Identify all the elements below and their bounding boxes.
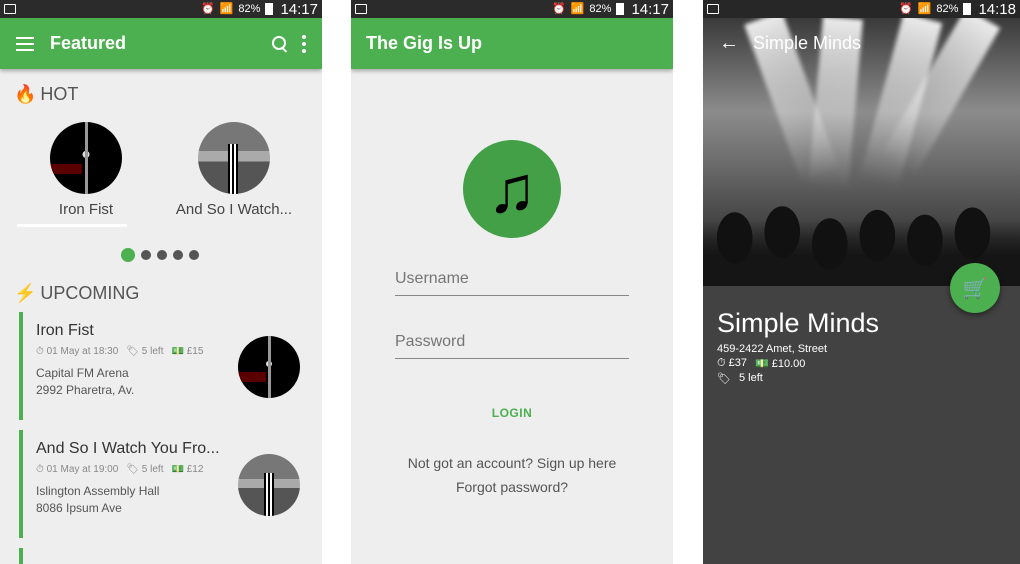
- event-title: Iron Fist: [36, 322, 94, 339]
- login-button[interactable]: LOGIN: [351, 406, 673, 420]
- image-notification-icon: [707, 4, 719, 14]
- app-bar: The Gig Is Up: [351, 18, 673, 69]
- featured-screen: ⏰ 📶 82% 14:17 Featured 🔥 HOT Iron Fist A…: [0, 0, 322, 564]
- search-icon[interactable]: [272, 35, 288, 52]
- music-note-icon: ♫: [463, 140, 561, 238]
- alarm-icon: ⏰: [552, 2, 566, 15]
- battery-icon: [616, 3, 625, 15]
- overflow-menu-icon[interactable]: [302, 34, 306, 53]
- lightning-icon: ⚡: [14, 283, 37, 303]
- event-price: 💵 £12: [171, 464, 204, 475]
- image-notification-icon: [355, 4, 367, 14]
- clock: 14:18: [978, 0, 1016, 18]
- selected-indicator: [17, 224, 127, 227]
- page-dot-active[interactable]: [121, 248, 135, 262]
- page-indicator[interactable]: [121, 248, 199, 262]
- cart-icon: 🛒: [962, 277, 988, 300]
- alarm-icon: ⏰: [201, 2, 215, 15]
- app-title: The Gig Is Up: [366, 33, 483, 53]
- status-bar: ⏰ 📶 82% 14:17: [0, 0, 322, 18]
- event-detail-screen: ⏰ 📶 82% 14:18 ← Simple Minds 🛒 Simple Mi…: [703, 0, 1020, 564]
- page-dot[interactable]: [157, 250, 167, 260]
- cart-button[interactable]: 🛒: [950, 263, 1000, 313]
- event-date: ⏱ 01 May at 18:30: [36, 346, 119, 357]
- event-date: ⏱ 01 May at 19:00: [36, 464, 119, 475]
- event-prices: ⏱ £37 💵 £10.00: [717, 357, 805, 370]
- event-price: 💵 £15: [171, 346, 204, 357]
- tickets-left: 🏷 5 left: [126, 464, 164, 475]
- artist-image: [50, 122, 122, 194]
- hot-item[interactable]: And So I Watch...: [169, 122, 299, 218]
- hot-item-label: And So I Watch...: [175, 201, 293, 218]
- hot-item[interactable]: Iron Fist: [21, 122, 151, 218]
- menu-icon[interactable]: [16, 36, 34, 51]
- event-card[interactable]: And So I Watch You Fro... ⏱ 01 May at 19…: [19, 430, 309, 538]
- artist-image: [198, 122, 270, 194]
- signup-link[interactable]: Not got an account? Sign up here: [351, 455, 673, 471]
- event-card[interactable]: [19, 548, 309, 564]
- status-bar: ⏰ 📶 82% 14:17: [351, 0, 673, 18]
- page-title: Featured: [50, 33, 127, 53]
- battery-percent: 82%: [589, 2, 612, 15]
- price-2: 💵 £10.00: [755, 358, 806, 370]
- battery-icon: [265, 3, 274, 15]
- hot-label: HOT: [40, 84, 79, 104]
- password-field[interactable]: [395, 333, 629, 359]
- app-bar: ← Simple Minds: [703, 18, 1020, 69]
- clock: 14:17: [631, 0, 669, 18]
- flame-icon: 🔥: [14, 84, 37, 104]
- artist-image: [238, 336, 300, 398]
- page-title: Simple Minds: [753, 33, 862, 53]
- upcoming-section-header: ⚡ UPCOMING: [14, 283, 139, 304]
- battery-icon: [963, 3, 972, 15]
- price-1: ⏱ £37: [717, 357, 747, 369]
- image-notification-icon: [4, 4, 16, 14]
- page-dot[interactable]: [189, 250, 199, 260]
- hot-section-header: 🔥 HOT: [14, 84, 78, 105]
- artist-image: [238, 454, 300, 516]
- clock: 14:17: [280, 0, 318, 18]
- page-dot[interactable]: [173, 250, 183, 260]
- back-arrow-icon[interactable]: ←: [719, 32, 739, 55]
- band-name: Simple Minds: [717, 308, 880, 338]
- hot-item-label: Iron Fist: [58, 201, 114, 218]
- tickets-left: 🏷 5 left: [717, 372, 763, 385]
- status-bar: ⏰ 📶 82% 14:18: [703, 0, 1020, 18]
- alarm-icon: ⏰: [899, 2, 913, 15]
- battery-percent: 82%: [238, 2, 261, 15]
- event-card[interactable]: Iron Fist ⏱ 01 May at 18:30 🏷 5 left 💵 £…: [19, 312, 309, 420]
- username-field[interactable]: [395, 270, 629, 296]
- login-screen: ⏰ 📶 82% 14:17 The Gig Is Up ♫ LOGIN Not …: [351, 0, 673, 564]
- forgot-password-link[interactable]: Forgot password?: [351, 479, 673, 495]
- wifi-icon: 📶: [570, 2, 585, 15]
- wifi-icon: 📶: [219, 2, 234, 15]
- tickets-left: 🏷 5 left: [126, 346, 164, 357]
- battery-percent: 82%: [936, 2, 959, 15]
- app-bar: Featured: [0, 18, 322, 69]
- event-title: And So I Watch You Fro...: [36, 440, 220, 457]
- event-address: 459-2422 Amet, Street: [717, 343, 828, 355]
- upcoming-label: UPCOMING: [40, 283, 140, 303]
- page-dot[interactable]: [141, 250, 151, 260]
- wifi-icon: 📶: [917, 2, 932, 15]
